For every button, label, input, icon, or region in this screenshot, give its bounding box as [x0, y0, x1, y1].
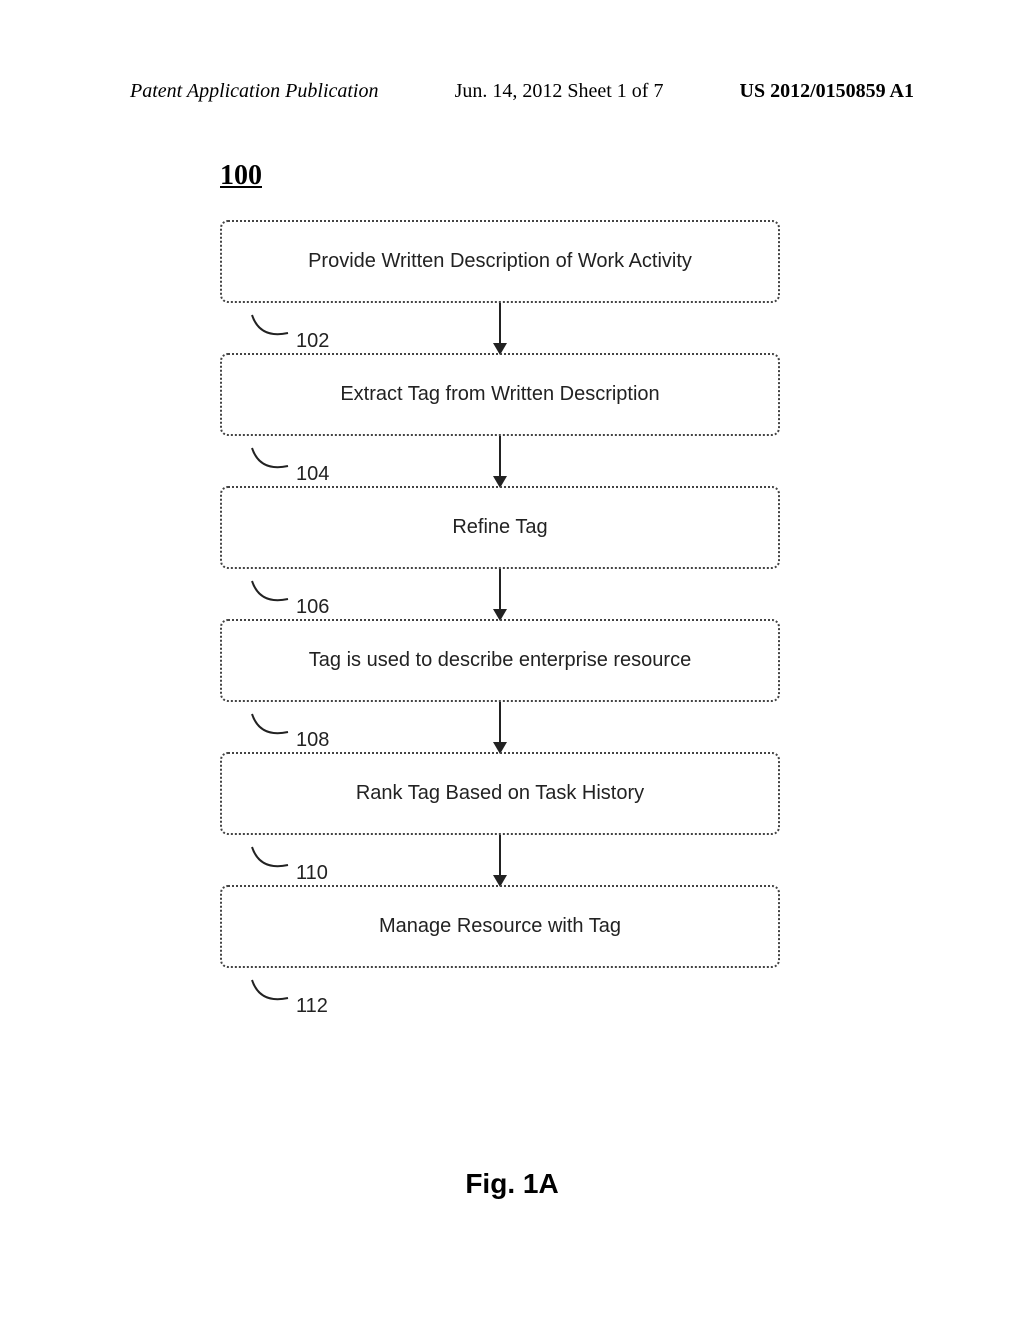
step-number: 104	[296, 463, 329, 486]
figure-caption: Fig. 1A	[0, 1168, 1024, 1200]
step-callout: 106	[250, 567, 329, 609]
step-callout: 104	[250, 434, 329, 476]
header-left: Patent Application Publication	[130, 80, 379, 103]
callout-arc-icon	[250, 446, 290, 476]
step-box: Refine Tag	[220, 486, 780, 569]
step-box: Rank Tag Based on Task History	[220, 752, 780, 835]
flow-arrow-icon	[499, 436, 501, 486]
callout-arc-icon	[250, 845, 290, 875]
step-box: Manage Resource with Tag	[220, 885, 780, 968]
callout-arc-icon	[250, 978, 290, 1008]
callout-arc-icon	[250, 313, 290, 343]
flow-arrow-icon	[499, 569, 501, 619]
step-callout: 108	[250, 700, 329, 742]
flowchart-column: Provide Written Description of Work Acti…	[200, 220, 800, 1008]
page-header: Patent Application Publication Jun. 14, …	[0, 80, 1024, 103]
callout-arc-icon	[250, 712, 290, 742]
callout-arc-icon	[250, 579, 290, 609]
step-callout: 112	[250, 966, 328, 1008]
step-number: 108	[296, 729, 329, 752]
step-number: 102	[296, 330, 329, 353]
step-112: Manage Resource with Tag 112	[220, 885, 780, 1008]
step-number: 110	[296, 862, 328, 885]
step-callout: 110	[250, 833, 328, 875]
flow-arrow-icon	[499, 835, 501, 885]
step-box: Extract Tag from Written Description	[220, 353, 780, 436]
flowchart-figure: 100 Provide Written Description of Work …	[200, 160, 800, 1008]
step-callout: 102	[250, 301, 329, 343]
flow-arrow-icon	[499, 702, 501, 752]
header-right: US 2012/0150859 A1	[740, 80, 914, 103]
step-number: 106	[296, 596, 329, 619]
header-center: Jun. 14, 2012 Sheet 1 of 7	[455, 80, 664, 103]
step-number: 112	[296, 995, 328, 1018]
figure-reference-number: 100	[220, 160, 800, 192]
step-box: Provide Written Description of Work Acti…	[220, 220, 780, 303]
step-box: Tag is used to describe enterprise resou…	[220, 619, 780, 702]
flow-arrow-icon	[499, 303, 501, 353]
